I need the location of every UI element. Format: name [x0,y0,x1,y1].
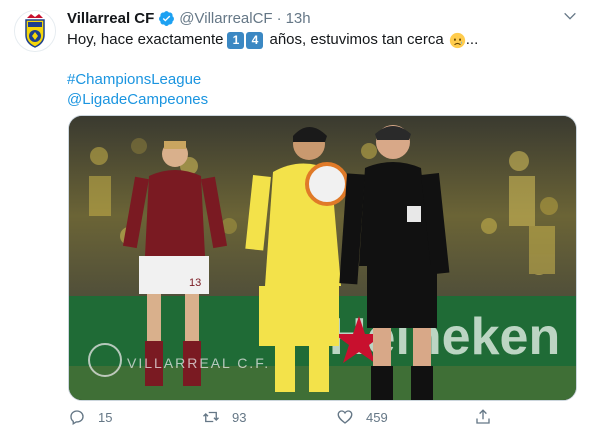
timestamp[interactable]: 13h [286,10,311,27]
tweet-text: Hoy, hace exactamente 1 4 años, estuvimo… [67,30,572,110]
photo-scene: Heineken 13 VILLARREAL C.F. [69,116,576,400]
display-name[interactable]: Villarreal CF [67,10,154,27]
verified-badge-icon [159,10,175,26]
retweet-count: 93 [232,409,247,425]
tweet-header: Villarreal CF @VillarrealCF · 13h [67,8,311,28]
hashtag-link[interactable]: #ChampionsLeague [67,70,201,90]
chevron-down-icon[interactable] [562,8,578,24]
sad-face-icon [449,32,465,48]
keycap-group: 1 4 [227,31,265,49]
text-after: años, estuvimos tan cerca [269,31,444,48]
retweet-button[interactable]: 93 [202,408,246,426]
like-icon [337,410,353,424]
mention-link[interactable]: @LigadeCampeones [67,90,208,110]
shirt-number: 13 [189,277,201,289]
separator-dot: · [276,9,282,27]
handle[interactable]: @VillarrealCF [179,10,272,27]
villarreal-crest-icon [15,11,55,51]
ellipsis: ... [465,31,479,48]
mention-line: @LigadeCampeones [67,90,572,110]
watermark-text: VILLARREAL C.F. [127,355,270,371]
hashtag-line: #ChampionsLeague [67,70,572,90]
tweet-text-line: Hoy, hace exactamente 1 4 años, estuvimo… [67,30,572,50]
reply-button[interactable]: 15 [68,408,112,426]
tweet-photo[interactable]: Heineken 13 VILLARREAL C.F. [68,115,577,401]
keycap-icon: 1 [227,31,245,49]
reply-count: 15 [98,409,113,425]
tweet[interactable]: Villarreal CF @VillarrealCF · 13h Hoy, h… [0,0,590,441]
share-button[interactable] [474,408,504,426]
keycap-icon: 4 [246,31,264,49]
action-bar: 15 93 459 [0,408,590,434]
retweet-icon [203,411,219,423]
text-before: Hoy, hace exactamente [67,31,224,48]
avatar[interactable] [14,10,56,52]
like-count: 459 [366,409,388,425]
like-button[interactable]: 459 [336,408,388,426]
share-icon [476,409,490,424]
reply-icon [70,410,84,425]
